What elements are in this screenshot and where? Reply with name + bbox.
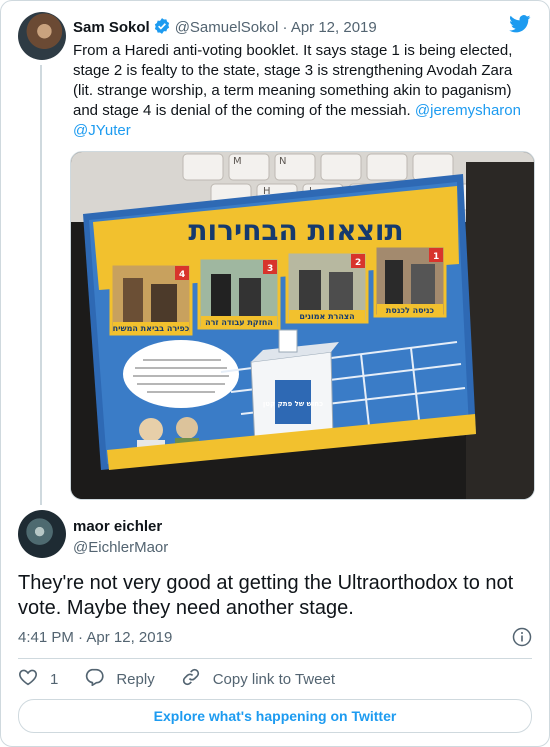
original-tweet-header: Sam Sokol @SamuelSokol · Apr 12, 2019 [73,17,377,40]
info-icon[interactable] [512,627,532,652]
ballot-box-label: כחוש של פתק קטן [263,400,323,408]
reply-author-name[interactable]: maor eichler [73,518,168,536]
verified-badge-icon [153,17,171,40]
mention-jeremysharon[interactable]: @jeremysharon [415,102,521,119]
heart-icon [18,668,50,690]
panel-4-caption: כפירה בביאת המשיח [113,324,190,333]
panel-4-number: 4 [179,270,185,280]
original-tweet-text: From a Haredi anti-voting booklet. It sa… [73,41,531,141]
reply-button[interactable]: Reply [84,668,155,690]
panel-1-caption: כניסה לכנסת [386,306,435,315]
timestamp-separator: · [78,629,84,646]
panel-3-caption: החזקת עבודה זרה [205,318,273,327]
key-n: N [279,156,286,167]
panel-2-caption: הצהרת אמונים [299,312,354,321]
reply-date: Apr 12, 2019 [86,629,173,646]
reply-label: Reply [116,670,155,688]
key-m: M [233,156,242,167]
panel-2-number: 2 [355,258,361,268]
reply-author-handle[interactable]: @EichlerMaor [73,538,168,558]
tweet-date[interactable]: Apr 12, 2019 [291,19,377,36]
reply-time: 4:41 PM [18,629,74,646]
booklet-title: תוצאות הבחירות [188,214,403,247]
copy-link-button[interactable]: Copy link to Tweet [181,668,335,690]
link-icon [181,668,213,690]
reply-tweet-header: maor eichler @EichlerMaor [73,518,168,558]
reply-tweet-text: They're not very good at getting the Ult… [18,572,514,619]
mention-jyuter[interactable]: @JYuter [73,122,131,139]
twitter-bird-icon[interactable] [509,15,531,38]
like-count: 1 [50,670,59,688]
reply-bubble-icon [84,668,116,690]
tweet-actions-bar: 1 Reply Copy link to Tweet [18,668,361,690]
author-handle[interactable]: @SamuelSokol [175,19,279,36]
tweet-photo[interactable]: M N H J K תוצאות הבחירות [70,151,535,500]
panel-3-number: 3 [267,264,273,274]
embedded-tweet-card: Sam Sokol @SamuelSokol · Apr 12, 2019 Fro… [0,0,550,747]
reply-timestamp[interactable]: 4:41 PM · Apr 12, 2019 [18,629,172,646]
copy-link-label: Copy link to Tweet [212,670,335,688]
header-separator: · [282,19,288,36]
actions-divider [18,658,532,659]
panel-1-number: 1 [433,252,439,262]
author-name[interactable]: Sam Sokol [73,19,150,36]
like-button[interactable]: 1 [18,668,58,690]
maor-eichler-avatar[interactable] [18,510,66,558]
thread-connector-line [40,65,42,505]
sam-sokol-avatar[interactable] [18,12,66,60]
explore-twitter-button[interactable]: Explore what's happening on Twitter [18,699,532,733]
